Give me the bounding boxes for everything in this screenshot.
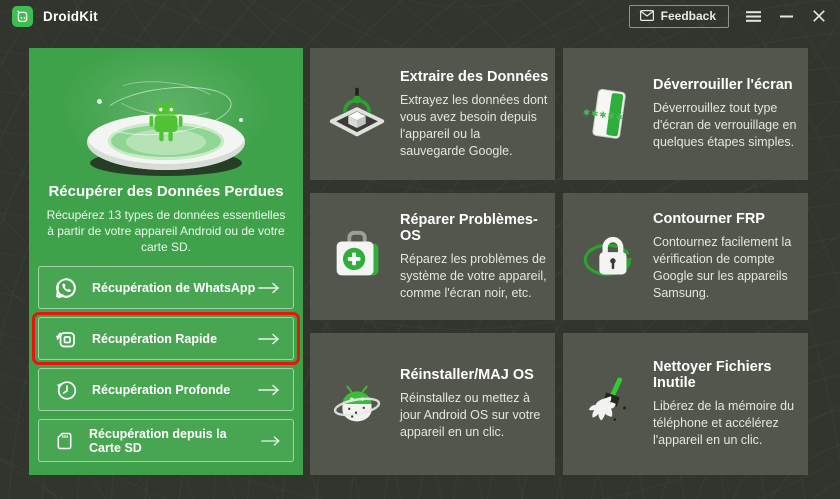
feature-cards-grid: Extraire des Données Extrayez les donnée… bbox=[310, 48, 808, 475]
card-description: Libérez de la mémoire du téléphone et ac… bbox=[653, 398, 802, 449]
card-unlock-screen[interactable]: ✱✱✱✱✱ Déverrouiller l'écran Déverrouille… bbox=[563, 48, 808, 180]
card-description: Extrayez les données dont vous avez beso… bbox=[400, 92, 549, 160]
titlebar: DroidKit Feedback bbox=[0, 0, 840, 32]
card-title: Extraire des Données bbox=[400, 69, 549, 85]
repair-os-icon bbox=[326, 226, 388, 288]
arrow-right-icon bbox=[258, 384, 280, 396]
card-description: Réinstallez ou mettez à jour Android OS … bbox=[400, 390, 549, 441]
card-clean-junk[interactable]: Nettoyer Fichiers Inutile Libérez de la … bbox=[563, 333, 808, 475]
button-label: Récupération Rapide bbox=[92, 332, 217, 346]
minimize-button[interactable] bbox=[777, 7, 795, 25]
recover-data-panel: Récupérer des Données Perdues Récupérez … bbox=[29, 48, 303, 475]
droidkit-logo-icon bbox=[12, 6, 33, 27]
recovery-buttons: Récupération de WhatsApp Récupération Ra… bbox=[38, 266, 294, 462]
button-label: Récupération de WhatsApp bbox=[92, 281, 255, 295]
extract-data-icon bbox=[326, 83, 388, 145]
card-extract-data[interactable]: Extraire des Données Extrayez les donnée… bbox=[310, 48, 555, 180]
clean-junk-icon bbox=[579, 373, 641, 435]
card-bypass-frp[interactable]: Contourner FRP Contournez facilement la … bbox=[563, 193, 808, 320]
feedback-label: Feedback bbox=[661, 9, 716, 23]
deep-recovery-icon bbox=[53, 377, 79, 403]
card-title: Réinstaller/MAJ OS bbox=[400, 367, 549, 383]
card-description: Contournez facilement la vérification de… bbox=[653, 234, 802, 302]
card-reinstall-os[interactable]: Réinstaller/MAJ OS Réinstallez ou mettez… bbox=[310, 333, 555, 475]
panel-description: Récupérez 13 types de données essentiell… bbox=[29, 207, 303, 255]
button-label: Récupération Profonde bbox=[92, 383, 230, 397]
card-description: Réparez les problèmes de système de votr… bbox=[400, 251, 549, 302]
button-whatsapp-recovery[interactable]: Récupération de WhatsApp bbox=[38, 266, 294, 309]
card-title: Contourner FRP bbox=[653, 211, 802, 227]
card-repair-os[interactable]: Réparer Problèmes-OS Réparez les problèm… bbox=[310, 193, 555, 320]
button-quick-recovery[interactable]: Récupération Rapide bbox=[38, 317, 294, 360]
button-label: Récupération depuis la Carte SD bbox=[89, 427, 261, 455]
button-deep-recovery[interactable]: Récupération Profonde bbox=[38, 368, 294, 411]
quick-recovery-icon bbox=[53, 326, 79, 352]
android-robot-icon bbox=[143, 96, 189, 144]
orbit-dot bbox=[97, 99, 102, 104]
card-title: Déverrouiller l'écran bbox=[653, 77, 802, 93]
close-button[interactable] bbox=[810, 7, 828, 25]
arrow-right-icon bbox=[258, 282, 280, 294]
orbit-dot bbox=[239, 118, 243, 122]
bypass-frp-icon bbox=[579, 226, 641, 288]
panel-title: Récupérer des Données Perdues bbox=[29, 183, 303, 200]
whatsapp-icon bbox=[53, 275, 79, 301]
droidkit-window: DroidKit Feedback bbox=[0, 0, 840, 499]
envelope-icon bbox=[640, 10, 654, 21]
arrow-right-icon bbox=[258, 333, 280, 345]
unlock-screen-icon: ✱✱✱✱✱ bbox=[579, 83, 641, 145]
card-title: Réparer Problèmes-OS bbox=[400, 212, 549, 244]
android-podium-illustration bbox=[29, 56, 303, 174]
arrow-right-icon bbox=[261, 435, 280, 447]
sd-card-icon bbox=[53, 428, 76, 454]
card-description: Déverrouillez tout type d'écran de verro… bbox=[653, 100, 802, 151]
button-sdcard-recovery[interactable]: Récupération depuis la Carte SD bbox=[38, 419, 294, 462]
menu-button[interactable] bbox=[744, 7, 762, 25]
card-title: Nettoyer Fichiers Inutile bbox=[653, 359, 802, 391]
reinstall-os-icon bbox=[326, 373, 388, 435]
feedback-button[interactable]: Feedback bbox=[629, 5, 729, 28]
app-title: DroidKit bbox=[43, 9, 98, 24]
